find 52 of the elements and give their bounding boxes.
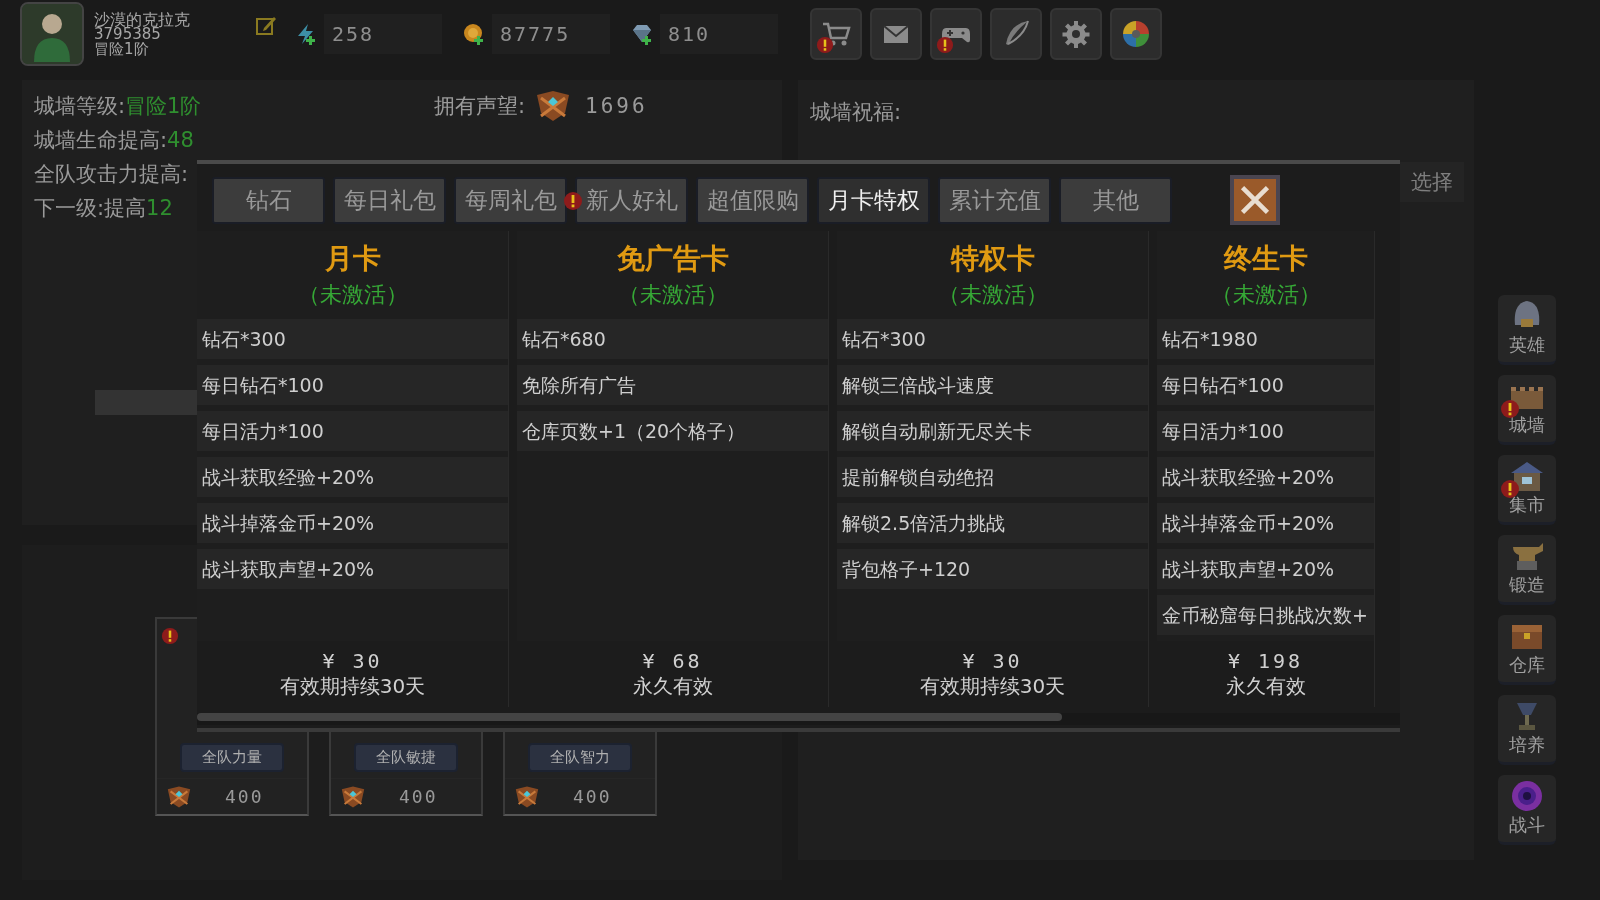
card-status: （未激活） — [617, 281, 728, 309]
cost-value: 400 — [225, 786, 264, 807]
benefit-row: 背包格子+120 — [837, 549, 1148, 589]
card-title: 免广告卡 — [616, 241, 729, 277]
stat-label: 全队攻击力提高: — [34, 161, 189, 188]
benefit-row: 解锁三倍战斗速度 — [837, 365, 1148, 405]
benefit-row: 解锁2.5倍活力挑战 — [837, 503, 1148, 543]
reputation-value: 1696 — [585, 94, 648, 118]
stat-value: 冒险1阶 — [125, 93, 202, 120]
stat-label: 下一级:提高 — [34, 195, 147, 222]
stat-label: 城墙生命提高: — [34, 127, 168, 154]
card-title: 特权卡 — [950, 241, 1035, 277]
benefit-row: 提前解锁自动绝招 — [837, 457, 1148, 497]
card-status: （未激活） — [937, 281, 1048, 309]
benefit-row: 战斗获取经验+20% — [197, 457, 508, 497]
resource-value: 810 — [660, 14, 778, 54]
benefit-row: 免除所有广告 — [517, 365, 828, 405]
benefit-row: 每日钻石*100 — [1157, 365, 1374, 405]
resource-value: 258 — [324, 14, 442, 54]
resource-value: 87775 — [492, 14, 610, 54]
benefit-row: 每日活力*100 — [1157, 411, 1374, 451]
benefit-row: 战斗掉落金币+20% — [1157, 503, 1374, 543]
ribbon-label: 全队敏捷 — [354, 743, 458, 772]
cost-value: 400 — [573, 786, 612, 807]
benefit-row: 仓库页数+1（20个格子） — [517, 411, 828, 451]
card-title: 终生卡 — [1223, 241, 1308, 277]
stat-label: 城墙等级: — [34, 93, 126, 120]
card-title: 月卡 — [324, 241, 381, 277]
card-status: （未激活） — [1210, 281, 1321, 309]
benefit-row: 钻石*680 — [517, 319, 828, 359]
player-id: 3795385 — [94, 26, 162, 42]
benefit-row: 钻石*1980 — [1157, 319, 1374, 359]
stat-value: 12 — [146, 196, 173, 220]
player-name: 沙漠的克拉克 — [94, 11, 191, 27]
benefit-row: 钻石*300 — [197, 319, 508, 359]
benefit-row: 战斗获取声望+20% — [1157, 549, 1374, 589]
benefit-row: 钻石*300 — [837, 319, 1148, 359]
benefit-row: 战斗掉落金币+20% — [197, 503, 508, 543]
stat-value: 48 — [167, 128, 194, 152]
benefit-row: 战斗获取声望+20% — [197, 549, 508, 589]
ribbon-label: 全队力量 — [180, 743, 284, 772]
benefit-row: 解锁自动刷新无尽关卡 — [837, 411, 1148, 451]
benefit-row: 每日钻石*100 — [197, 365, 508, 405]
reputation-label: 拥有声望: — [434, 93, 526, 120]
benefit-row: 金币秘窟每日挑战次数+ — [1157, 595, 1374, 635]
ribbon-label: 全队智力 — [528, 743, 632, 772]
player-rank: 冒险1阶 — [94, 41, 150, 57]
benefit-row: 战斗获取经验+20% — [1157, 457, 1374, 497]
blessing-label: 城墙祝福: — [810, 99, 903, 126]
cost-value: 400 — [399, 786, 438, 807]
card-status: （未激活） — [297, 281, 408, 309]
benefit-row: 每日活力*100 — [197, 411, 508, 451]
